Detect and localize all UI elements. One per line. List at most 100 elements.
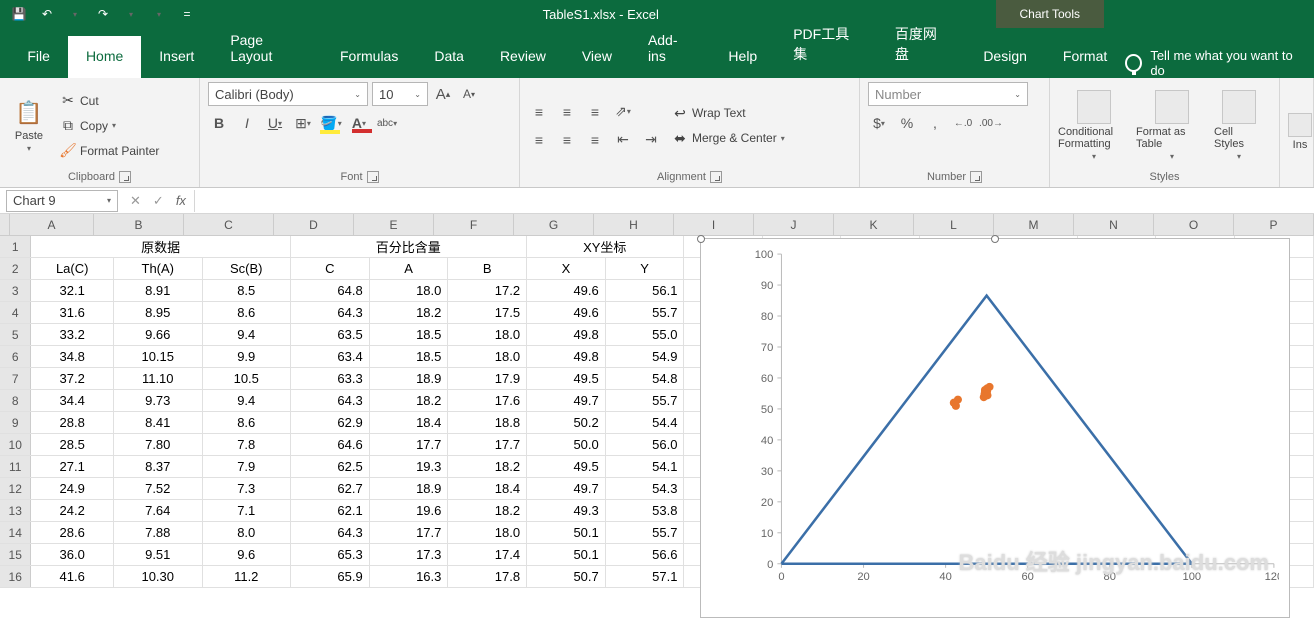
- cancel-icon[interactable]: ✕: [130, 193, 141, 209]
- cell[interactable]: 17.8: [448, 566, 527, 587]
- cell[interactable]: 8.41: [114, 412, 203, 433]
- phonetic-button[interactable]: abc▾: [376, 112, 398, 134]
- row-header[interactable]: 1: [0, 236, 31, 257]
- cell[interactable]: Y: [606, 258, 685, 279]
- row-header[interactable]: 15: [0, 544, 31, 565]
- bold-button[interactable]: B: [208, 112, 230, 134]
- cell[interactable]: 50.2: [527, 412, 606, 433]
- row-header[interactable]: 16: [0, 566, 31, 587]
- col-header-E[interactable]: E: [354, 214, 434, 235]
- cell[interactable]: 8.95: [114, 302, 203, 323]
- row-header[interactable]: 3: [0, 280, 31, 301]
- font-name-select[interactable]: Calibri (Body)⌄: [208, 82, 368, 106]
- align-right-icon[interactable]: ≡: [584, 129, 606, 151]
- increase-decimal-button[interactable]: ←.0: [952, 112, 974, 134]
- comma-button[interactable]: ,: [924, 112, 946, 134]
- row-header[interactable]: 4: [0, 302, 31, 323]
- underline-button[interactable]: U▾: [264, 112, 286, 134]
- tab-insert[interactable]: Insert: [141, 36, 212, 78]
- save-icon[interactable]: 💾: [6, 1, 32, 27]
- cell[interactable]: 18.9: [370, 368, 449, 389]
- cell[interactable]: 原数据: [31, 236, 290, 257]
- cell[interactable]: 62.9: [291, 412, 370, 433]
- row-header[interactable]: 5: [0, 324, 31, 345]
- font-size-select[interactable]: 10⌄: [372, 82, 428, 106]
- col-header-J[interactable]: J: [754, 214, 834, 235]
- undo-icon[interactable]: ↶: [34, 1, 60, 27]
- cell[interactable]: 57.1: [606, 566, 685, 587]
- equals-icon[interactable]: =: [174, 1, 200, 27]
- row-header[interactable]: 9: [0, 412, 31, 433]
- tab-baidu-netdisk[interactable]: 百度网盘: [877, 12, 965, 78]
- increase-font-icon[interactable]: A▴: [432, 83, 454, 105]
- cell[interactable]: 55.7: [606, 390, 685, 411]
- cell[interactable]: 17.7: [370, 434, 449, 455]
- row-header[interactable]: 7: [0, 368, 31, 389]
- cell[interactable]: 63.3: [291, 368, 370, 389]
- tab-addins[interactable]: Add-ins: [630, 20, 710, 78]
- cell[interactable]: 11.10: [114, 368, 203, 389]
- cell[interactable]: 34.4: [31, 390, 114, 411]
- align-top-icon[interactable]: ≡: [528, 101, 550, 123]
- cell[interactable]: 64.6: [291, 434, 370, 455]
- qat-customize-icon[interactable]: ▾: [146, 1, 172, 27]
- cell[interactable]: 17.3: [370, 544, 449, 565]
- cell[interactable]: 37.2: [31, 368, 114, 389]
- decrease-indent-icon[interactable]: ⇤: [612, 129, 634, 151]
- cell[interactable]: 7.9: [203, 456, 292, 477]
- orientation-icon[interactable]: ⇗▾: [612, 101, 634, 123]
- cell[interactable]: 17.6: [448, 390, 527, 411]
- cell[interactable]: 10.15: [114, 346, 203, 367]
- tab-pdf-tools[interactable]: PDF工具集: [775, 12, 877, 78]
- col-header-N[interactable]: N: [1074, 214, 1154, 235]
- cell[interactable]: 56.6: [606, 544, 685, 565]
- cell[interactable]: 50.1: [527, 544, 606, 565]
- cell[interactable]: 54.3: [606, 478, 685, 499]
- row-header[interactable]: 11: [0, 456, 31, 477]
- format-painter-button[interactable]: 🖌Format Painter: [56, 140, 163, 162]
- cell[interactable]: 63.4: [291, 346, 370, 367]
- cell[interactable]: 36.0: [31, 544, 114, 565]
- col-header-C[interactable]: C: [184, 214, 274, 235]
- cell[interactable]: 8.0: [203, 522, 292, 543]
- col-header-D[interactable]: D: [274, 214, 354, 235]
- fill-color-button[interactable]: 🪣▾: [320, 112, 342, 134]
- tab-review[interactable]: Review: [482, 36, 564, 78]
- cell[interactable]: 49.6: [527, 302, 606, 323]
- cell[interactable]: 28.8: [31, 412, 114, 433]
- cell[interactable]: 17.4: [448, 544, 527, 565]
- cell[interactable]: 17.5: [448, 302, 527, 323]
- col-header-G[interactable]: G: [514, 214, 594, 235]
- col-header-O[interactable]: O: [1154, 214, 1234, 235]
- fx-icon[interactable]: fx: [176, 193, 186, 208]
- cell[interactable]: 10.5: [203, 368, 292, 389]
- cell[interactable]: 10.30: [114, 566, 203, 587]
- cell[interactable]: 百分比含量: [291, 236, 527, 257]
- currency-button[interactable]: $▾: [868, 112, 890, 134]
- paste-button[interactable]: 📋 Paste ▾: [8, 98, 50, 153]
- cell[interactable]: 8.6: [203, 302, 292, 323]
- cell[interactable]: 9.6: [203, 544, 292, 565]
- cell[interactable]: 18.5: [370, 324, 449, 345]
- cell[interactable]: 18.5: [370, 346, 449, 367]
- cell[interactable]: 54.8: [606, 368, 685, 389]
- row-header[interactable]: 8: [0, 390, 31, 411]
- cell[interactable]: 49.5: [527, 368, 606, 389]
- cell[interactable]: 17.7: [370, 522, 449, 543]
- cell[interactable]: 9.73: [114, 390, 203, 411]
- cell[interactable]: 18.2: [370, 390, 449, 411]
- cell[interactable]: 64.3: [291, 522, 370, 543]
- cell[interactable]: 49.8: [527, 324, 606, 345]
- cell[interactable]: 9.4: [203, 324, 292, 345]
- cell[interactable]: 18.2: [448, 500, 527, 521]
- cell[interactable]: 24.2: [31, 500, 114, 521]
- cell[interactable]: Sc(B): [203, 258, 292, 279]
- copy-button[interactable]: ⧉Copy▾: [56, 115, 163, 137]
- tell-me[interactable]: Tell me what you want to do: [1125, 48, 1314, 78]
- cell[interactable]: 62.1: [291, 500, 370, 521]
- cell-styles-button[interactable]: Cell Styles▾: [1214, 90, 1264, 161]
- cell[interactable]: 28.6: [31, 522, 114, 543]
- format-as-table-button[interactable]: Format as Table▾: [1136, 90, 1208, 161]
- col-header-K[interactable]: K: [834, 214, 914, 235]
- tab-home[interactable]: Home: [68, 36, 141, 78]
